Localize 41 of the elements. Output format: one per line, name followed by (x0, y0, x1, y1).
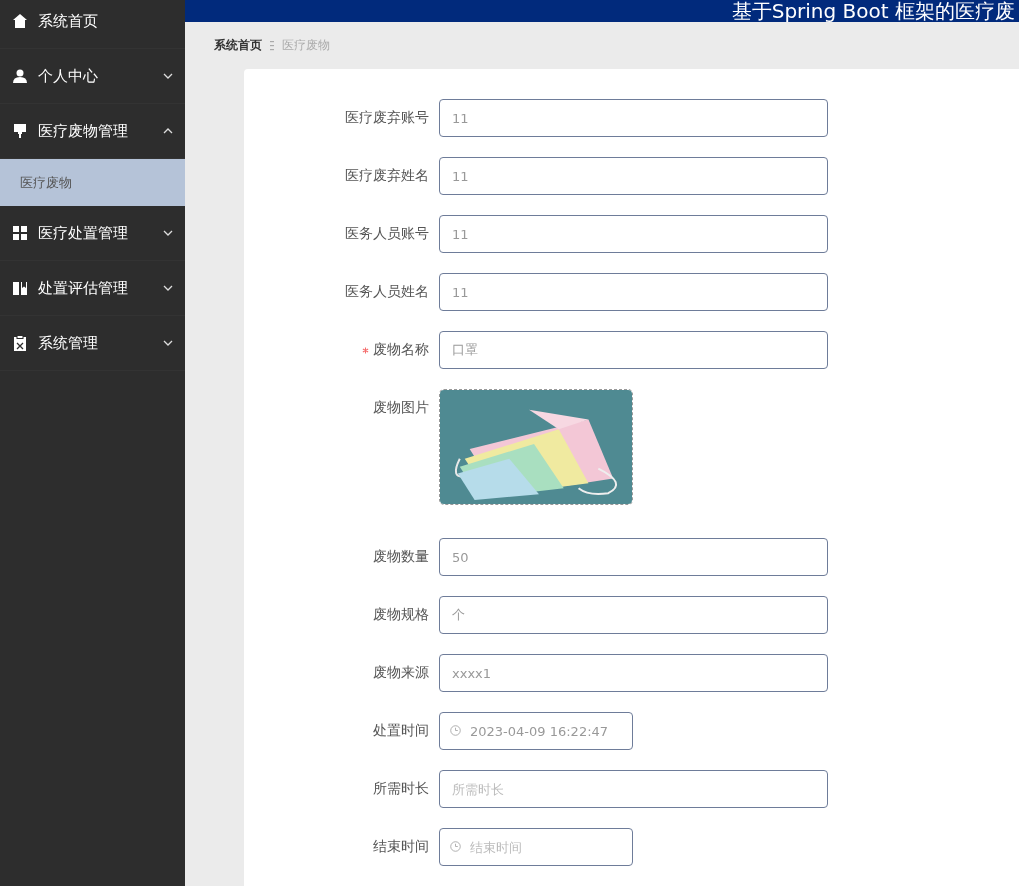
user-icon (12, 68, 28, 84)
breadcrumb-item[interactable]: 系统首页 (214, 36, 262, 54)
caret-icon (163, 283, 173, 293)
field-label: 医务人员姓名 (345, 283, 429, 301)
field-label: 处置时间 (373, 722, 429, 740)
input-field[interactable]: 口罩 (439, 331, 828, 369)
input-field[interactable]: 个 (439, 596, 828, 634)
input-field[interactable]: 所需时长 (439, 770, 828, 808)
home-icon (12, 13, 28, 29)
caret-icon (163, 126, 173, 136)
input-field[interactable]: 50 (439, 538, 828, 576)
field-label: 废物规格 (373, 606, 429, 624)
caret-icon (163, 338, 173, 348)
input-field[interactable]: 11 (439, 273, 828, 311)
grid-icon (12, 225, 28, 241)
caret-icon (163, 228, 173, 238)
field-label: 结束时间 (373, 838, 429, 856)
field-label: 废物名称 (373, 341, 429, 359)
brush-icon (12, 123, 28, 139)
input-field[interactable]: 11 (439, 99, 828, 137)
field-label: 废物数量 (373, 548, 429, 566)
field-label: 废物来源 (373, 664, 429, 682)
clock-icon (450, 841, 461, 852)
field-label: 废物图片 (373, 399, 429, 417)
field-label: 医疗废弃姓名 (345, 167, 429, 185)
date-time-field[interactable]: 2023-04-09 16:22:47 (439, 712, 633, 750)
input-field[interactable]: 11 (439, 215, 828, 253)
field-label: 医疗废弃账号 (345, 109, 429, 127)
input-field[interactable]: 11 (439, 157, 828, 195)
date-time-field[interactable]: 结束时间 (439, 828, 633, 866)
asterisk-icon (362, 346, 369, 354)
page-title: 基于Spring Boot 框架的医疗废 (731, 0, 1015, 22)
field-label: 所需时长 (373, 780, 429, 798)
field-label: 医务人员账号 (345, 225, 429, 243)
input-field[interactable]: xxxx1 (439, 654, 828, 692)
clock-icon (450, 725, 461, 736)
clipboard-icon (12, 335, 28, 351)
sidebar-subitem[interactable]: 医疗废物 (0, 159, 185, 206)
book-icon (12, 280, 28, 296)
breadcrumb-item: 医疗废物 (282, 36, 330, 54)
caret-icon (163, 71, 173, 81)
